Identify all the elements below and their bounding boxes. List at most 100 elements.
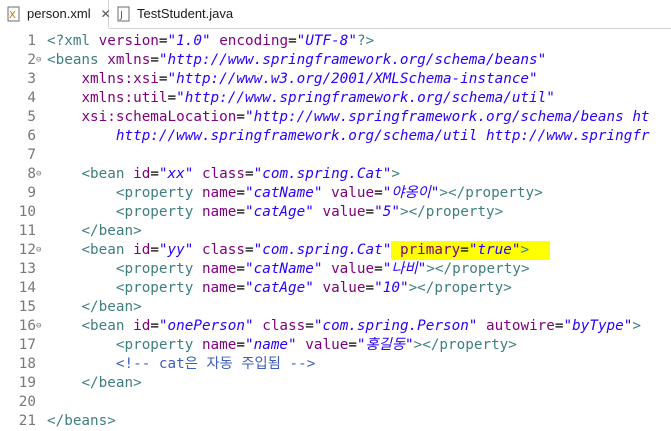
tab-person-xml[interactable]: X person.xml ✕ xyxy=(0,0,111,29)
code-text: <property name="catAge" value="10"></pro… xyxy=(47,279,512,298)
fold-toggle-icon[interactable]: ⊖ xyxy=(36,241,45,260)
code-token: = xyxy=(374,185,383,201)
code-token: = xyxy=(236,337,245,353)
code-token: </bean> xyxy=(81,223,142,239)
code-line: 8 ⊖ <bean id="xx" class="com.spring.Cat"> xyxy=(0,165,671,184)
code-token: "byType" xyxy=(563,318,633,334)
code-token: "xx" xyxy=(158,166,194,182)
code-token: ?> xyxy=(356,33,375,49)
code-token: </bean> xyxy=(81,299,142,315)
code-token: = xyxy=(365,204,375,220)
fold-toggle-icon[interactable]: ⊖ xyxy=(36,317,45,336)
code-editor[interactable]: 1 <?xml version="1.0" encoding="UTF-8"?> 2… xyxy=(0,29,671,429)
code-token: = xyxy=(245,166,254,182)
line-number: 5 xyxy=(27,109,36,125)
tab-label: person.xml xyxy=(27,6,91,21)
code-token: = xyxy=(150,166,159,182)
code-line: 9 <property name="catName" value="야옹이"><… xyxy=(0,184,671,203)
fold-toggle-icon[interactable]: ⊖ xyxy=(36,51,45,70)
code-line: 19 </bean> xyxy=(0,374,671,393)
code-token: <property xyxy=(115,280,194,296)
code-token: "5" xyxy=(374,204,400,220)
tab-teststudent-java[interactable]: J TestStudent.java xyxy=(110,0,240,27)
code-token: class xyxy=(201,166,246,182)
code-token: name xyxy=(201,204,237,220)
code-text: </beans> xyxy=(47,412,116,431)
code-token: = xyxy=(245,242,254,258)
code-token: primary xyxy=(399,242,461,258)
code-line: 12 ⊖ <bean id="yy" class="com.spring.Cat"… xyxy=(0,241,671,260)
line-number: 15 xyxy=(18,299,36,315)
code-token: = xyxy=(288,33,297,49)
code-token: = xyxy=(236,109,245,125)
code-line: 16 ⊖ <bean id="onePerson" class="com.spri… xyxy=(0,317,671,336)
svg-text:X: X xyxy=(9,10,16,21)
code-token: "나비" xyxy=(382,261,427,277)
line-number: 20 xyxy=(18,394,36,410)
code-line: 14 <property name="catAge" value="10"></… xyxy=(0,279,671,298)
code-text: </bean> xyxy=(47,298,142,317)
code-token: autowire xyxy=(486,318,555,334)
code-line: 6 http://www.springframework.org/schema/… xyxy=(0,127,671,146)
svg-text:J: J xyxy=(119,10,123,21)
code-text: <property name="catName" value="나비"></pr… xyxy=(47,260,530,279)
code-line: 1 <?xml version="1.0" encoding="UTF-8"?> xyxy=(0,32,671,51)
line-number: 10 xyxy=(18,204,36,220)
line-number: 8 xyxy=(27,166,36,182)
code-token: = xyxy=(236,261,245,277)
line-number: 21 xyxy=(18,413,36,429)
line-number: 14 xyxy=(18,280,36,296)
code-token: name xyxy=(201,337,237,353)
code-line: 18 <!-- cat은 자동 주입됨 --> xyxy=(0,355,671,374)
code-text: <bean id="xx" class="com.spring.Cat"> xyxy=(47,165,400,184)
code-token: = xyxy=(554,318,564,334)
line-number: 18 xyxy=(18,356,36,372)
code-token: encoding xyxy=(219,33,289,49)
code-token: "10" xyxy=(374,280,409,296)
code-token: value xyxy=(322,204,366,220)
code-token: "name" xyxy=(245,337,297,353)
code-token: xmlns xyxy=(107,52,151,68)
code-line: 5 xsi:schemaLocation="http://www.springf… xyxy=(0,108,671,127)
fold-toggle-icon[interactable]: ⊖ xyxy=(36,165,45,184)
code-line: 21 </beans> xyxy=(0,412,671,431)
line-number: 1 xyxy=(27,33,36,49)
line-number: 17 xyxy=(18,337,36,353)
code-text: <property name="name" value="홍길동"></prop… xyxy=(47,336,517,355)
code-token: class xyxy=(201,242,246,258)
code-token: ></property> xyxy=(413,337,517,353)
code-text: <bean id="onePerson" class="com.spring.P… xyxy=(47,317,641,336)
code-token: "http://www.springframework.org/schema/b… xyxy=(158,52,547,68)
code-token: "yy" xyxy=(158,242,194,258)
code-token: "com.spring.Cat" xyxy=(253,242,392,258)
code-token: name xyxy=(201,185,237,201)
code-token: > xyxy=(632,318,641,334)
code-token: <property xyxy=(115,204,194,220)
code-token: "catName" xyxy=(245,261,323,277)
code-token: "onePerson" xyxy=(158,318,254,334)
code-token: id xyxy=(133,242,151,258)
code-line: 13 <property name="catName" value="나비"><… xyxy=(0,260,671,279)
